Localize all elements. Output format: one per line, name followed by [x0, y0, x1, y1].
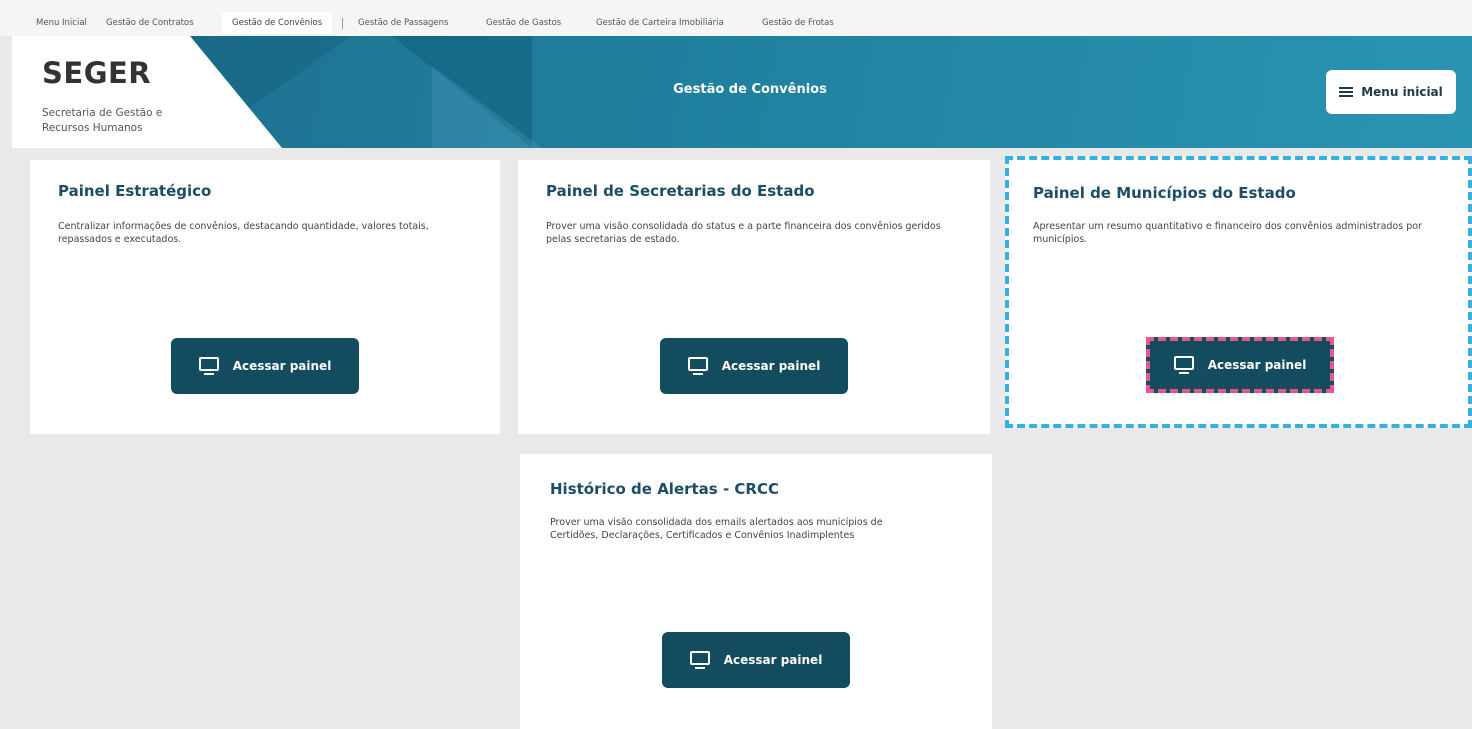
button-label: Acessar painel [721, 359, 821, 373]
acessar-painel-button[interactable]: Acessar painel [171, 338, 359, 394]
logo-subtitle: Secretaria de Gestão e Recursos Humanos [42, 107, 163, 134]
tab-gestao-frotas[interactable]: Gestão de Frotas [752, 12, 844, 34]
card-description: Prover uma visão consolidada dos emails … [550, 517, 883, 541]
card-painel-municipios: Painel de Municípios do Estado Apresenta… [1005, 156, 1472, 428]
card-description: Apresentar um resumo quantitativo e fina… [1033, 221, 1422, 245]
card-historico-alertas: Histórico de Alertas - CRCC Prover uma v… [520, 454, 992, 729]
monitor-icon [1173, 355, 1194, 375]
top-tab-strip: Menu Inicial Gestão de Contratos Gestão … [0, 0, 1472, 36]
card-description: Centralizar informações de convênios, de… [58, 221, 429, 245]
page-title: Gestão de Convênios [673, 82, 827, 97]
card-painel-secretarias: Painel de Secretarias do Estado Prover u… [518, 160, 990, 434]
tab-menu-inicial[interactable]: Menu Inicial [26, 12, 97, 34]
card-painel-estrategico: Painel Estratégico Centralizar informaçõ… [30, 160, 500, 434]
logo-title: SEGER [42, 56, 152, 90]
menu-inicial-label: Menu inicial [1361, 85, 1443, 99]
card-description: Prover uma visão consolidada do status e… [546, 221, 941, 245]
tab-gestao-gastos[interactable]: Gestão de Gastos [476, 12, 571, 34]
button-label: Acessar painel [1207, 358, 1307, 372]
tab-gestao-convenios[interactable]: Gestão de Convênios [222, 12, 333, 34]
tab-gestao-passagens[interactable]: Gestão de Passagens [348, 12, 458, 34]
page-header: SEGER Secretaria de Gestão e Recursos Hu… [12, 36, 1472, 148]
acessar-painel-button[interactable]: Acessar painel [660, 338, 848, 394]
acessar-painel-button[interactable]: Acessar painel [1146, 337, 1334, 393]
menu-inicial-button[interactable]: Menu inicial [1326, 70, 1456, 114]
button-label: Acessar painel [232, 359, 332, 373]
tab-separator [342, 18, 343, 29]
monitor-icon [198, 356, 219, 376]
acessar-painel-button[interactable]: Acessar painel [662, 632, 850, 688]
card-title: Painel de Municípios do Estado [1033, 184, 1296, 202]
monitor-icon [687, 356, 708, 376]
card-title: Painel Estratégico [58, 182, 212, 200]
card-title: Painel de Secretarias do Estado [546, 182, 815, 200]
tab-gestao-carteira-imobiliaria[interactable]: Gestão de Carteira Imobiliária [586, 12, 734, 34]
button-label: Acessar painel [723, 653, 823, 667]
tab-gestao-contratos[interactable]: Gestão de Contratos [96, 12, 204, 34]
card-title: Histórico de Alertas - CRCC [550, 480, 779, 498]
header-decoration [432, 66, 542, 148]
monitor-icon [689, 650, 710, 670]
hamburger-icon [1339, 87, 1354, 97]
